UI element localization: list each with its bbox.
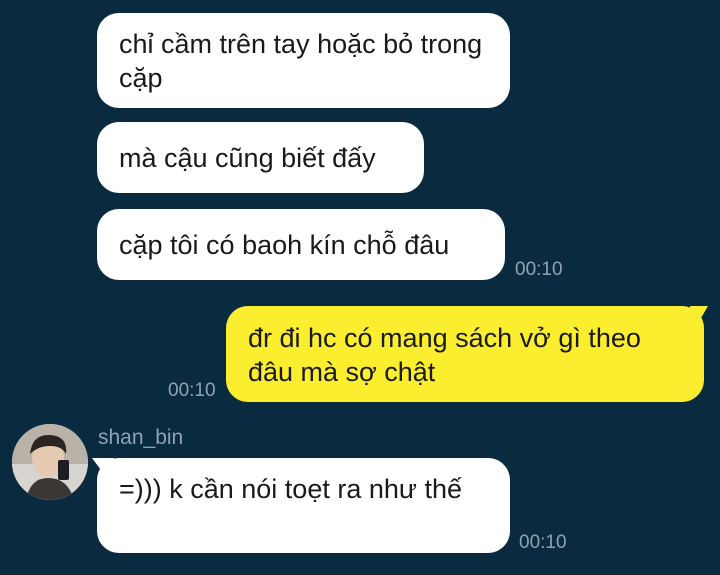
message-timestamp: 00:10 (168, 380, 216, 401)
message-text: đr đi hc có mang sách vở gì theo đâu mà … (248, 323, 641, 387)
message-bubble-incoming[interactable]: mà cậu cũng biết đấy (97, 122, 424, 193)
message-bubble-incoming[interactable]: chỉ cầm trên tay hoặc bỏ trong cặp (97, 13, 510, 108)
message-bubble-incoming[interactable]: cặp tôi có baoh kín chỗ đâu (97, 209, 505, 280)
message-bubble-outgoing[interactable]: đr đi hc có mang sách vở gì theo đâu mà … (226, 306, 704, 402)
avatar[interactable] (12, 424, 88, 500)
sender-name: shan_bin (98, 426, 184, 449)
message-text: =))) k cần nói toẹt ra như thế (119, 474, 462, 504)
message-timestamp: 00:10 (515, 259, 563, 280)
message-text: chỉ cầm trên tay hoặc bỏ trong cặp (119, 29, 483, 93)
message-text: cặp tôi có baoh kín chỗ đâu (119, 230, 450, 260)
message-text: mà cậu cũng biết đấy (119, 143, 376, 173)
avatar-image (12, 424, 88, 500)
bubble-tail (690, 306, 708, 330)
message-bubble-incoming[interactable]: =))) k cần nói toẹt ra như thế (97, 458, 510, 553)
message-timestamp: 00:10 (519, 532, 567, 553)
